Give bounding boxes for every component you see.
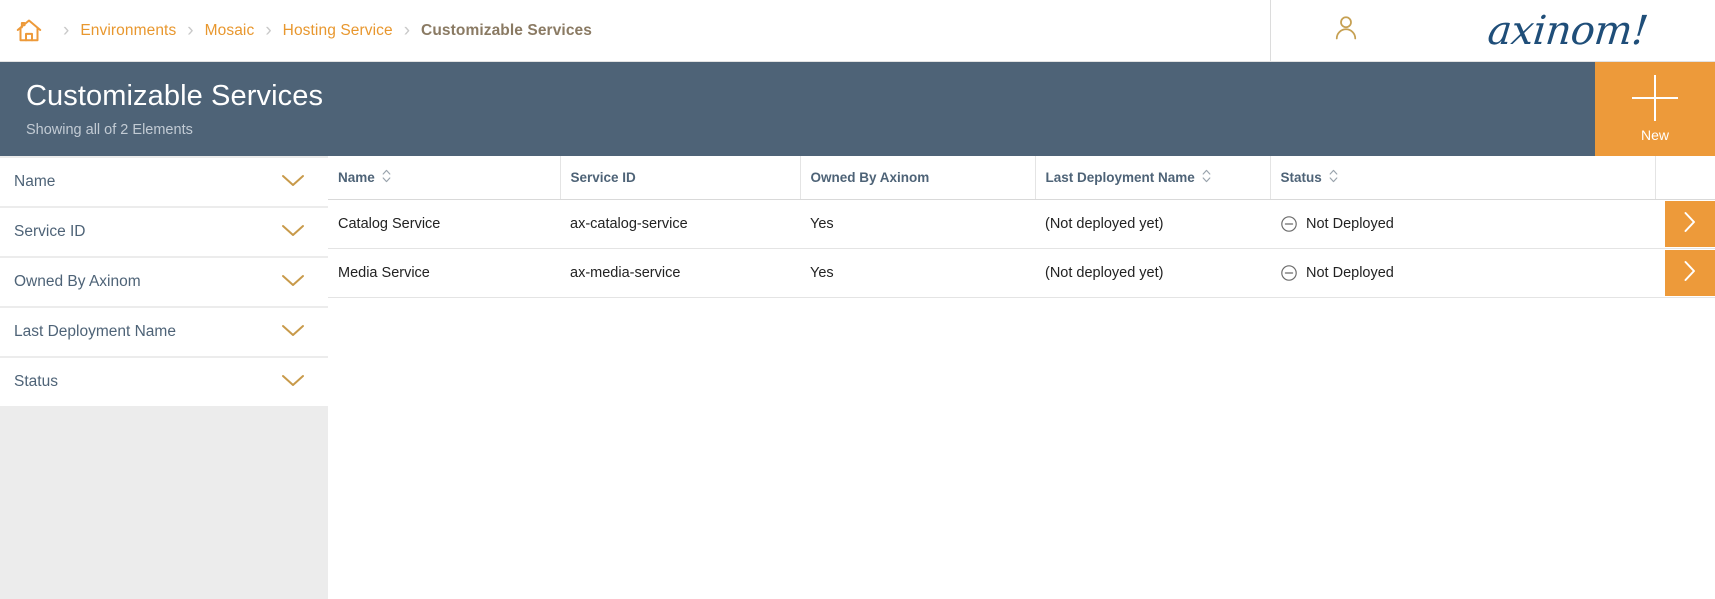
sort-icon[interactable] [1202,168,1211,187]
chevron-down-icon[interactable] [280,222,306,243]
sidebar-item-last-deployment-name[interactable]: Last Deployment Name [0,308,328,356]
page-header-band: Customizable Services Showing all of 2 E… [0,62,1715,156]
chevron-right-icon [1680,257,1700,289]
column-header-label: Owned By Axinom [811,170,930,185]
minus-circle-icon [1280,264,1298,282]
chevron-down-icon[interactable] [280,372,306,393]
cell-status: Not Deployed [1270,249,1655,298]
status-badge: Not Deployed [1306,216,1394,232]
minus-circle-icon [1280,215,1298,233]
chevron-down-icon[interactable] [280,322,306,343]
column-header-owned-by-axinom[interactable]: Owned By Axinom [800,156,1035,200]
top-bar-right: axinom! [1270,0,1715,61]
axinom-logo: axinom! [1485,8,1649,54]
sidebar-item-name[interactable]: Name [0,158,328,206]
table-header: Name Service ID Owned By Axin [328,156,1715,200]
column-header-last-deployment-name[interactable]: Last Deployment Name [1035,156,1270,200]
breadcrumb-separator-1: › [52,21,80,40]
sidebar-item-label: Status [14,373,58,391]
cell-last-deployment-name: (Not deployed yet) [1035,200,1270,249]
open-row-button[interactable] [1665,201,1715,247]
sort-icon[interactable] [382,168,391,187]
column-header-service-id[interactable]: Service ID [560,156,800,200]
column-header-label: Service ID [571,170,636,185]
sidebar-item-service-id[interactable]: Service ID [0,208,328,256]
sidebar-item-owned-by-axinom[interactable]: Owned By Axinom [0,258,328,306]
breadcrumb-separator-3: › [254,21,282,40]
page-header-text: Customizable Services Showing all of 2 E… [0,62,1595,156]
cell-owned-by-axinom: Yes [800,200,1035,249]
sidebar-item-label: Name [14,173,55,191]
cell-name: Catalog Service [328,200,560,249]
table-row[interactable]: Catalog Service ax-catalog-service Yes (… [328,200,1715,249]
breadcrumb-item-mosaic[interactable]: Mosaic [205,22,255,40]
sidebar-item-label: Owned By Axinom [14,273,141,291]
services-table: Name Service ID Owned By Axin [328,156,1715,298]
user-icon [1331,13,1361,48]
breadcrumb-separator-4: › [393,21,421,40]
table-header-row: Name Service ID Owned By Axin [328,156,1715,200]
filter-sidebar: Name Service ID Owned By Axinom Last Dep… [0,156,328,599]
sort-icon[interactable] [1329,168,1338,187]
column-header-label: Status [1281,170,1322,185]
sidebar-item-status[interactable]: Status [0,358,328,406]
breadcrumb-item-hosting-service[interactable]: Hosting Service [283,22,393,40]
sidebar-item-label: Last Deployment Name [14,323,176,341]
top-bar: › Environments › Mosaic › Hosting Servic… [0,0,1715,62]
page-title: Customizable Services [26,80,1595,113]
breadcrumb: › Environments › Mosaic › Hosting Servic… [0,0,1270,61]
table-body: Catalog Service ax-catalog-service Yes (… [328,200,1715,298]
home-icon[interactable] [12,14,46,48]
brand-logo-container: axinom! [1420,0,1715,61]
breadcrumb-item-environments[interactable]: Environments [80,22,176,40]
status-badge: Not Deployed [1306,265,1394,281]
chevron-right-icon [1680,208,1700,240]
column-header-name[interactable]: Name [328,156,560,200]
cell-service-id: ax-catalog-service [560,200,800,249]
content-area: Name Service ID Owned By Axinom Last Dep… [0,156,1715,599]
table-row[interactable]: Media Service ax-media-service Yes (Not … [328,249,1715,298]
cell-service-id: ax-media-service [560,249,800,298]
open-row-button[interactable] [1665,250,1715,296]
chevron-down-icon[interactable] [280,172,306,193]
sidebar-item-label: Service ID [14,223,86,241]
column-header-label: Name [338,170,375,185]
column-header-label: Last Deployment Name [1046,170,1195,185]
cell-name: Media Service [328,249,560,298]
column-header-status[interactable]: Status [1270,156,1655,200]
new-button[interactable]: New [1595,62,1715,156]
cell-status: Not Deployed [1270,200,1655,249]
user-account-button[interactable] [1270,0,1420,61]
plus-icon [1632,75,1678,121]
cell-row-action [1655,249,1715,298]
column-header-actions [1655,156,1715,200]
breadcrumb-item-customizable-services: Customizable Services [421,22,592,40]
services-table-container: Name Service ID Owned By Axin [328,156,1715,599]
page-subtitle: Showing all of 2 Elements [26,122,1595,138]
cell-row-action [1655,200,1715,249]
cell-owned-by-axinom: Yes [800,249,1035,298]
chevron-down-icon[interactable] [280,272,306,293]
new-button-label: New [1641,127,1669,143]
cell-last-deployment-name: (Not deployed yet) [1035,249,1270,298]
breadcrumb-separator-2: › [176,21,204,40]
